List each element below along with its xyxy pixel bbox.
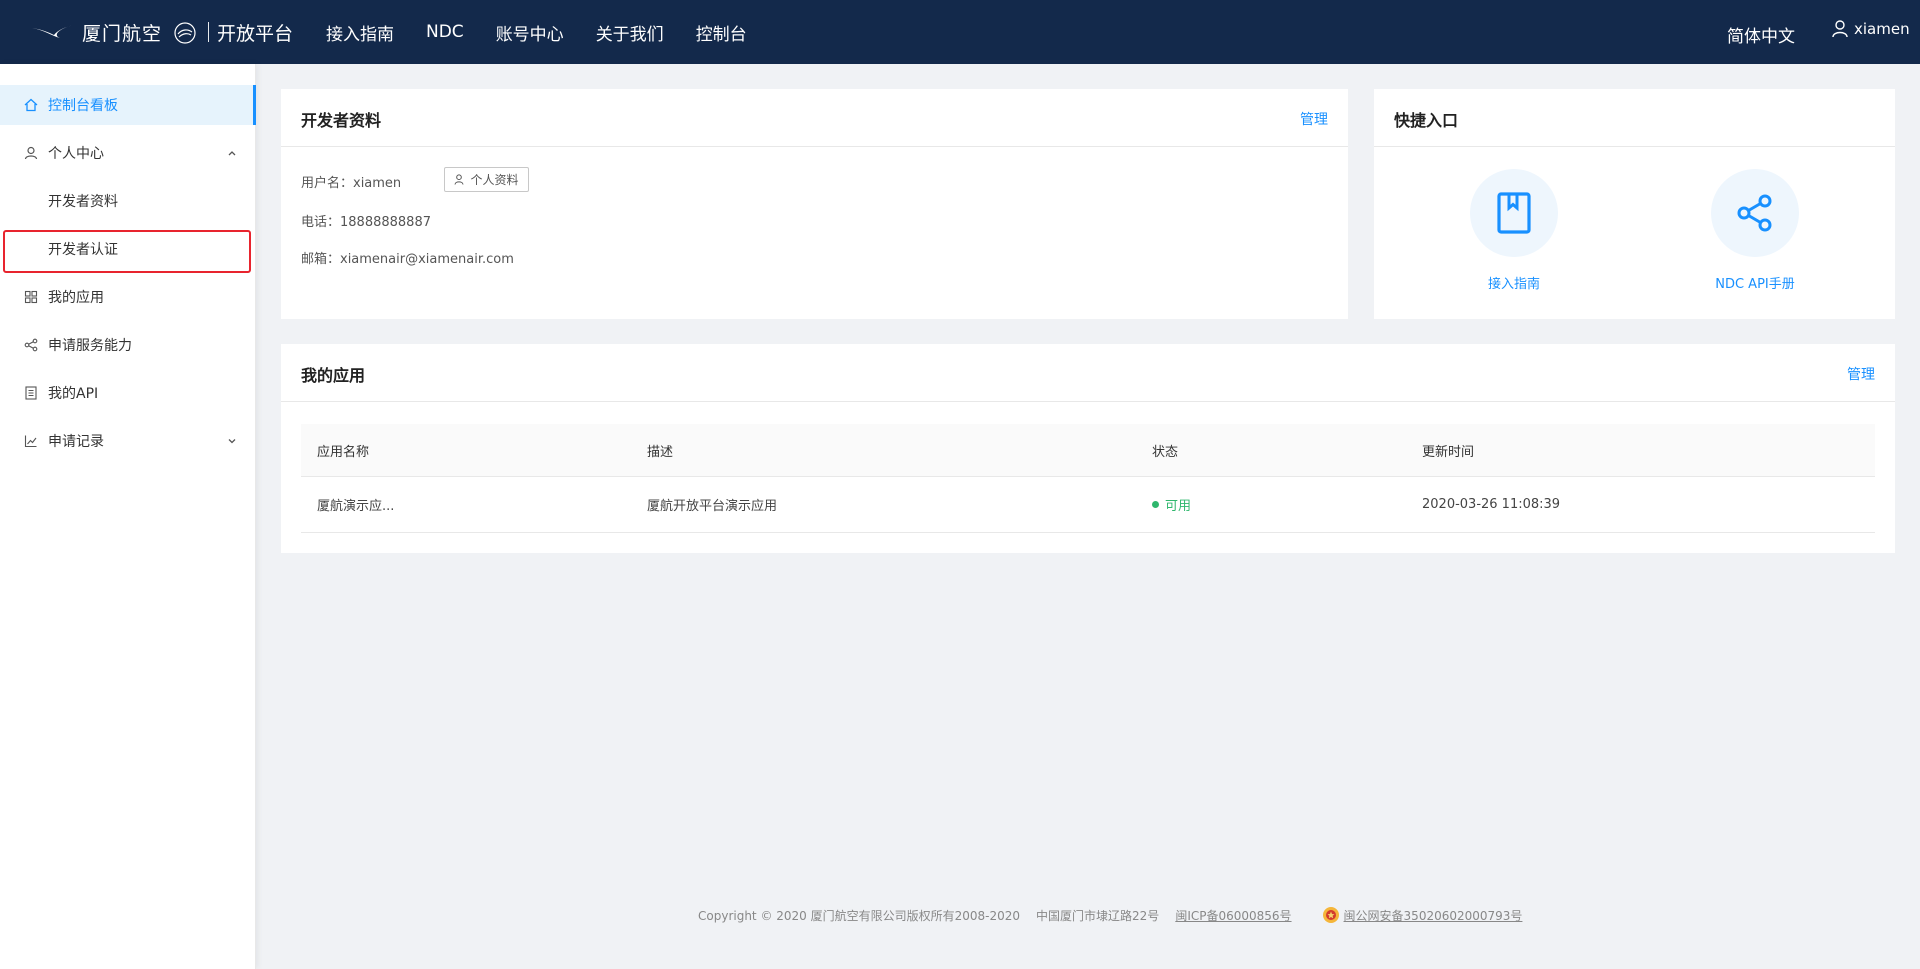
share-icon	[24, 338, 38, 352]
sidebar-item-label: 我的API	[48, 386, 99, 402]
sidebar-item-my-api[interactable]: 我的API	[0, 373, 256, 413]
police-badge-icon	[1322, 907, 1339, 923]
table-header: 应用名称 描述 状态 更新时间	[301, 424, 1875, 477]
user-icon	[24, 146, 38, 160]
nav-item-guide[interactable]: 接入指南	[326, 20, 394, 45]
footer-police-link[interactable]: 闽公网安备35020602000793号	[1344, 907, 1523, 924]
sidebar-item-my-apps[interactable]: 我的应用	[0, 277, 256, 317]
app-status-cell: 可用	[1152, 477, 1191, 532]
username-field: 用户名：xiamen	[301, 176, 402, 191]
status-text: 可用	[1165, 499, 1192, 514]
sidebar-item-apply-records[interactable]: 申请记录	[0, 421, 256, 461]
logo-emblem-icon	[174, 22, 196, 44]
sidebar-item-label: 我的应用	[48, 290, 104, 306]
footer: Copyright © 2020 厦门航空有限公司版权所有2008-2020 中…	[698, 906, 1522, 924]
airline-logo-icon	[32, 25, 74, 38]
column-header-status: 状态	[1152, 444, 1179, 460]
user-menu[interactable]: xiamen	[1832, 20, 1910, 38]
document-icon	[25, 386, 37, 400]
chevron-up-icon	[228, 151, 236, 156]
sidebar: 控制台看板 个人中心 开发者资料 开发者认证 我的应用 申请服务能力 我的API…	[0, 64, 256, 969]
share-icon	[1737, 194, 1772, 232]
language-switch[interactable]: 简体中文	[1727, 22, 1795, 47]
top-header: 厦门航空 开放平台 接入指南 NDC 账号中心 关于我们 控制台 简体中文 xi…	[0, 0, 1920, 64]
card-header: 我的应用 管理	[281, 344, 1895, 402]
sidebar-item-personal-center[interactable]: 个人中心	[0, 133, 256, 173]
user-icon	[1832, 20, 1848, 38]
profile-button-label: 个人资料	[470, 173, 519, 187]
footer-copyright: Copyright © 2020 厦门航空有限公司版权所有2008-2020	[698, 908, 1021, 923]
column-header-name: 应用名称	[317, 444, 370, 460]
nav-item-ndc[interactable]: NDC	[426, 22, 464, 42]
profile-button[interactable]: 个人资料	[444, 167, 529, 192]
card-title: 开发者资料	[301, 111, 382, 130]
quick-entry-label: NDC API手册	[1715, 277, 1795, 292]
email-field: 邮箱：xiamenair@xiamenair.com	[301, 252, 514, 267]
book-icon	[1497, 192, 1531, 234]
app-updated-cell: 2020-03-26 11:08:39	[1422, 497, 1561, 512]
column-header-updated: 更新时间	[1422, 444, 1475, 460]
quick-icon-bg	[1470, 169, 1558, 257]
chevron-down-icon	[228, 439, 236, 444]
app-name-cell: 厦航演示应...	[317, 499, 395, 514]
table-row[interactable]: 厦航演示应... 厦航开放平台演示应用 可用 2020-03-26 11:08:…	[301, 477, 1875, 533]
sidebar-item-label: 申请服务能力	[48, 338, 132, 354]
quick-entry-label: 接入指南	[1487, 277, 1540, 292]
sidebar-item-label: 申请记录	[48, 434, 104, 450]
nav-item-account[interactable]: 账号中心	[496, 20, 564, 45]
card-header: 快捷入口	[1374, 89, 1895, 147]
manage-apps-link[interactable]: 管理	[1847, 364, 1875, 384]
nav-item-about[interactable]: 关于我们	[596, 20, 664, 45]
sidebar-item-label: 控制台看板	[48, 98, 118, 114]
sidebar-item-apply-service[interactable]: 申请服务能力	[0, 325, 256, 365]
user-icon	[454, 174, 464, 185]
sidebar-item-dashboard[interactable]: 控制台看板	[0, 85, 256, 125]
quick-icon-bg	[1711, 169, 1799, 257]
quick-entry-card: 快捷入口 接入指南 NDC API手册	[1374, 89, 1895, 319]
quick-entry-ndc-api[interactable]: NDC API手册	[1680, 169, 1830, 292]
highlight-box	[3, 230, 251, 273]
chart-icon	[24, 435, 37, 448]
brand-logo[interactable]: 厦门航空 开放平台	[30, 14, 293, 50]
card-header: 开发者资料 管理	[281, 89, 1348, 147]
sidebar-item-label: 开发者资料	[48, 194, 118, 210]
card-title: 快捷入口	[1394, 111, 1459, 130]
footer-icp-link[interactable]: 闽ICP备06000856号	[1175, 907, 1291, 924]
developer-profile-card: 开发者资料 管理 用户名：xiamen 电话：18888888887 邮箱：xi…	[281, 89, 1348, 319]
logo-divider	[208, 22, 210, 42]
quick-entry-guide[interactable]: 接入指南	[1439, 169, 1589, 292]
sidebar-item-developer-profile[interactable]: 开发者资料	[0, 181, 256, 221]
manage-profile-link[interactable]: 管理	[1300, 109, 1328, 129]
phone-field: 电话：18888888887	[301, 215, 431, 230]
app-description-cell: 厦航开放平台演示应用	[647, 499, 778, 514]
my-apps-card: 我的应用 管理 应用名称 描述 状态 更新时间 厦航演示应... 厦航开放平台演…	[281, 344, 1895, 553]
apps-table: 应用名称 描述 状态 更新时间 厦航演示应... 厦航开放平台演示应用 可用 2…	[301, 424, 1875, 533]
platform-name: 开放平台	[217, 22, 294, 45]
username: xiamen	[1854, 20, 1910, 38]
sidebar-item-label: 个人中心	[48, 146, 104, 162]
logo-text: 厦门航空	[82, 22, 163, 45]
status-dot-icon	[1152, 501, 1159, 508]
home-icon	[24, 98, 38, 112]
column-header-description: 描述	[647, 444, 674, 460]
card-title: 我的应用	[301, 366, 366, 385]
nav-item-console[interactable]: 控制台	[696, 20, 747, 45]
apps-icon	[24, 290, 38, 304]
footer-address: 中国厦门市埭辽路22号	[1036, 908, 1160, 923]
main-nav: 接入指南 NDC 账号中心 关于我们 控制台	[326, 0, 779, 64]
